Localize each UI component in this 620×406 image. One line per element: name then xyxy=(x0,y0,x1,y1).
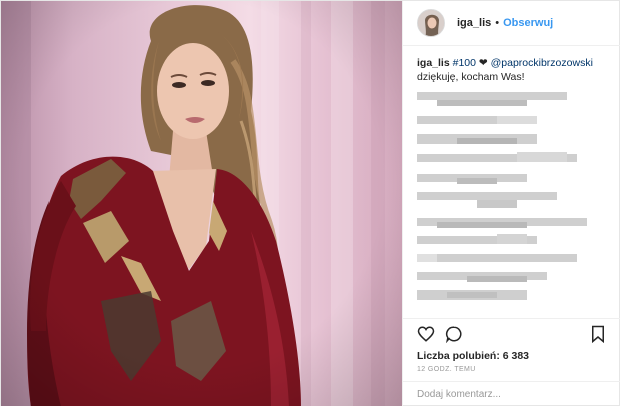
comment-icon[interactable] xyxy=(443,323,465,345)
header-separator: • xyxy=(495,17,500,30)
add-comment-bar xyxy=(403,381,620,406)
follow-button[interactable]: Obserwuj xyxy=(503,17,553,29)
post-timestamp[interactable]: 12 GODZ. TEMU xyxy=(403,366,620,382)
post-photo-illustration xyxy=(1,1,402,406)
action-bar xyxy=(403,318,620,348)
pixelated-text-block xyxy=(417,92,607,318)
bookmark-icon[interactable] xyxy=(587,323,609,345)
avatar[interactable] xyxy=(417,9,445,38)
likes-count[interactable]: Liczba polubień: 6 383 xyxy=(403,348,620,366)
post-side-panel: iga_lis • Obserwuj iga_lis #100 ❤ @papro… xyxy=(402,1,620,406)
caption-hashtag[interactable]: #100 xyxy=(453,57,476,69)
post-header: iga_lis • Obserwuj xyxy=(403,1,620,47)
comment-input[interactable] xyxy=(417,389,607,401)
comments-section: iga_lis #100 ❤ @paprockibrzozowski dzięk… xyxy=(403,46,620,318)
post-photo[interactable] xyxy=(1,1,402,406)
heart-emoji: ❤ xyxy=(478,57,488,70)
caption-username[interactable]: iga_lis xyxy=(417,57,450,69)
instagram-post: iga_lis • Obserwuj iga_lis #100 ❤ @papro… xyxy=(0,0,620,406)
avatar-image xyxy=(418,10,444,37)
heart-icon[interactable] xyxy=(415,323,437,345)
caption-text: dziękuję, kocham Was! xyxy=(417,71,525,84)
caption-mention[interactable]: @paprockibrzozowski xyxy=(491,57,593,69)
pixelated-text-graphic xyxy=(417,92,587,301)
header-username[interactable]: iga_lis xyxy=(457,17,491,29)
post-caption: iga_lis #100 ❤ @paprockibrzozowski dzięk… xyxy=(417,56,607,84)
